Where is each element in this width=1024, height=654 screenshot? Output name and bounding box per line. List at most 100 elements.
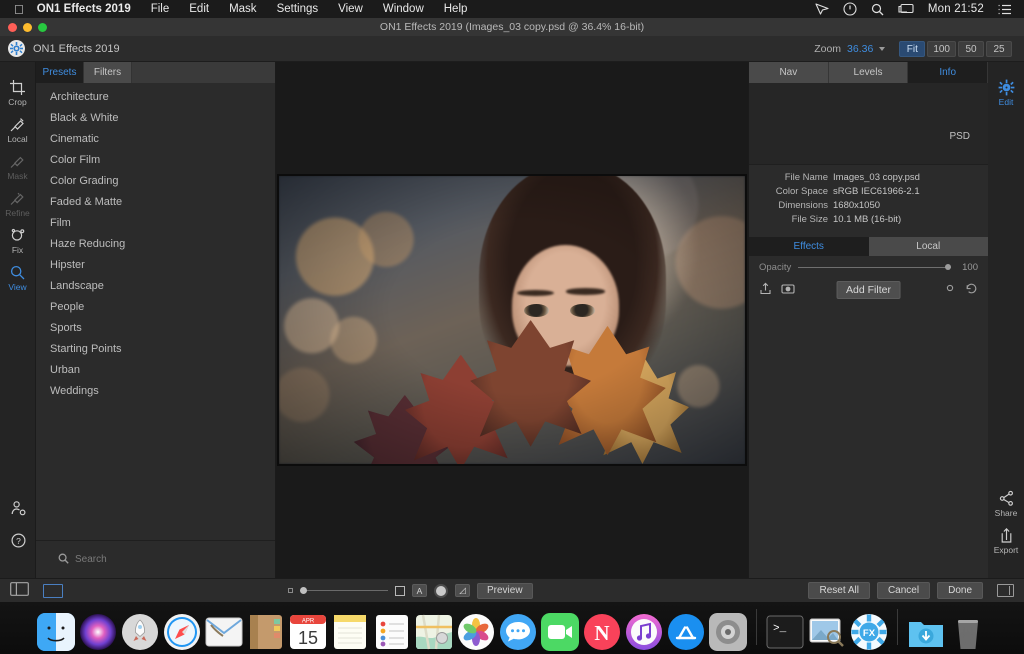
- tool-crop[interactable]: Crop: [0, 79, 35, 107]
- preset-category-row[interactable]: Hipster: [36, 255, 275, 276]
- dock-item-downloads[interactable]: [907, 613, 945, 651]
- text-overlay-icon[interactable]: A: [412, 584, 427, 597]
- dock-item-maps[interactable]: [415, 613, 453, 651]
- preset-category-row[interactable]: Color Film: [36, 150, 275, 171]
- dock-item-on1-effects[interactable]: FX: [850, 613, 888, 651]
- search-icon[interactable]: [871, 3, 884, 16]
- tool-local[interactable]: Local: [0, 116, 35, 144]
- preset-category-row[interactable]: Weddings: [36, 381, 275, 402]
- thumbnail-size-slider[interactable]: [300, 590, 388, 591]
- tab-filters[interactable]: Filters: [84, 62, 132, 83]
- small-square-icon[interactable]: [288, 588, 293, 593]
- preset-category-row[interactable]: Cinematic: [36, 129, 275, 150]
- preset-category-row[interactable]: Film: [36, 213, 275, 234]
- help-button[interactable]: ?: [0, 532, 36, 550]
- chevron-down-icon[interactable]: [879, 47, 885, 51]
- minimize-button[interactable]: [23, 23, 32, 32]
- reset-arrow-icon[interactable]: [965, 282, 978, 298]
- image-canvas[interactable]: [276, 62, 748, 578]
- dock-item-app-store[interactable]: [667, 613, 705, 651]
- dock-item-news[interactable]: N: [583, 613, 621, 651]
- module-share[interactable]: Share: [988, 490, 1024, 518]
- dock-item-notes[interactable]: [331, 613, 369, 651]
- preset-category-row[interactable]: Architecture: [36, 87, 275, 108]
- tab-info[interactable]: Info: [908, 62, 988, 83]
- dock-item-facetime[interactable]: [541, 613, 579, 651]
- apple-logo-icon[interactable]: : [14, 3, 24, 16]
- dock-item-photos[interactable]: [457, 613, 495, 651]
- dock-item-messages[interactable]: [499, 613, 537, 651]
- settings-gear-icon[interactable]: [944, 282, 956, 298]
- tab-presets[interactable]: Presets: [36, 62, 84, 83]
- panel-toggle-icon[interactable]: [10, 582, 29, 599]
- close-button[interactable]: [8, 23, 17, 32]
- preset-category-row[interactable]: Starting Points: [36, 339, 275, 360]
- menubar-clock[interactable]: Mon 21:52: [928, 3, 984, 15]
- menu-app-name[interactable]: ON1 Effects 2019: [37, 3, 141, 15]
- menu-item-help[interactable]: Help: [434, 3, 478, 15]
- camera-icon[interactable]: [781, 282, 795, 298]
- dock-item-preview[interactable]: [808, 613, 846, 651]
- opacity-slider[interactable]: [798, 267, 951, 268]
- dock-item-siri[interactable]: [79, 613, 117, 651]
- tool-fix[interactable]: Fix: [0, 227, 35, 255]
- dock-item-calendar[interactable]: APR 15: [289, 613, 327, 651]
- preview-photo[interactable]: [277, 174, 747, 466]
- tool-mask[interactable]: Mask: [0, 153, 35, 181]
- list-menu-icon[interactable]: [998, 4, 1012, 15]
- reset-all-button[interactable]: Reset All: [808, 582, 869, 599]
- dock-item-reminders[interactable]: [373, 613, 411, 651]
- save-preset-icon[interactable]: [759, 282, 772, 298]
- menu-item-settings[interactable]: Settings: [267, 3, 329, 15]
- dock-item-finder[interactable]: [37, 613, 75, 651]
- menu-item-window[interactable]: Window: [373, 3, 434, 15]
- zoom-fit-button[interactable]: Fit: [899, 41, 925, 57]
- dock-item-terminal[interactable]: >_: [766, 613, 804, 651]
- tab-local[interactable]: Local: [869, 237, 989, 256]
- tab-levels[interactable]: Levels: [829, 62, 909, 83]
- module-edit[interactable]: Edit: [988, 79, 1024, 107]
- tool-view[interactable]: View: [0, 264, 35, 292]
- cancel-button[interactable]: Cancel: [877, 582, 930, 599]
- preset-category-row[interactable]: Black & White: [36, 108, 275, 129]
- dock-item-contacts[interactable]: [247, 613, 285, 651]
- tool-refine[interactable]: Refine: [0, 190, 35, 218]
- menu-item-edit[interactable]: Edit: [179, 3, 219, 15]
- preview-toggle-button[interactable]: Preview: [477, 583, 533, 599]
- tab-effects[interactable]: Effects: [749, 237, 869, 256]
- preset-category-row[interactable]: Urban: [36, 360, 275, 381]
- browser-view-icon[interactable]: [43, 584, 63, 598]
- dock-item-itunes[interactable]: [625, 613, 663, 651]
- tab-nav[interactable]: Nav: [749, 62, 829, 83]
- compare-icon[interactable]: ◿: [455, 584, 470, 597]
- preset-category-row[interactable]: Faded & Matte: [36, 192, 275, 213]
- add-filter-button[interactable]: Add Filter: [836, 281, 901, 299]
- dock-item-mail[interactable]: [205, 613, 243, 651]
- presets-search-bar[interactable]: Search: [36, 540, 275, 578]
- dock-item-trash[interactable]: [949, 613, 987, 651]
- dock-item-launchpad[interactable]: [121, 613, 159, 651]
- preset-category-row[interactable]: People: [36, 297, 275, 318]
- preset-category-row[interactable]: Landscape: [36, 276, 275, 297]
- dock-item-system-preferences[interactable]: [709, 613, 747, 651]
- soft-proof-icon[interactable]: [434, 584, 448, 598]
- done-button[interactable]: Done: [937, 582, 983, 599]
- right-panel-toggle-icon[interactable]: [997, 584, 1014, 597]
- zoom-25-button[interactable]: 25: [986, 41, 1012, 57]
- search-input[interactable]: Search: [75, 554, 107, 565]
- zoom-50-button[interactable]: 50: [958, 41, 984, 57]
- menu-item-view[interactable]: View: [328, 3, 373, 15]
- preset-category-row[interactable]: Haze Reducing: [36, 234, 275, 255]
- opacity-slider-handle[interactable]: [945, 264, 951, 270]
- dock-item-safari[interactable]: [163, 613, 201, 651]
- menu-item-file[interactable]: File: [141, 3, 180, 15]
- large-square-icon[interactable]: [395, 586, 405, 596]
- screen-share-icon[interactable]: [898, 3, 914, 15]
- user-settings-button[interactable]: [0, 500, 36, 518]
- preset-category-row[interactable]: Sports: [36, 318, 275, 339]
- zoom-value[interactable]: 36.36: [847, 43, 873, 55]
- menu-item-mask[interactable]: Mask: [219, 3, 266, 15]
- power-icon[interactable]: [843, 2, 857, 16]
- thumbnail-size-slider-handle[interactable]: [300, 587, 307, 594]
- airplay-icon[interactable]: [815, 3, 829, 15]
